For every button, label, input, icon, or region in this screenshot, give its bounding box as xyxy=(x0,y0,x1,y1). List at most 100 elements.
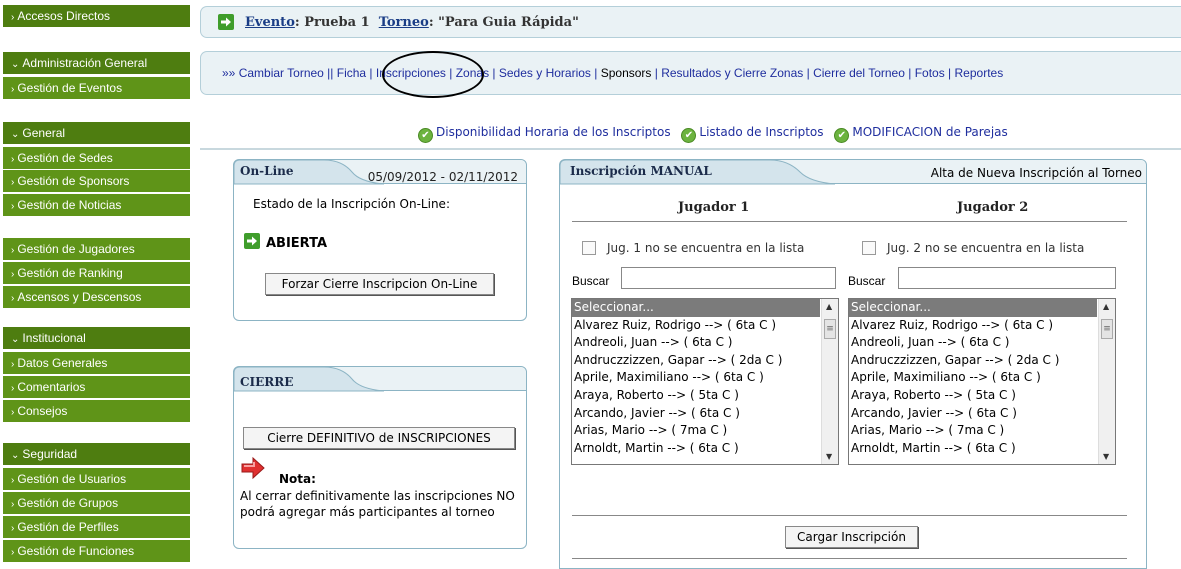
list-option[interactable]: Arnoldt, Martin --> ( 6ta C ) xyxy=(572,440,838,458)
scroll-up-icon[interactable]: ▲ xyxy=(1103,302,1109,311)
sidebar-item-consejos[interactable]: › Consejos xyxy=(3,400,190,422)
list-option[interactable]: Araya, Roberto --> ( 5ta C ) xyxy=(572,387,838,405)
search1-input[interactable] xyxy=(621,267,836,289)
chevron-down-icon: ⌄ xyxy=(11,129,20,140)
sidebar-item-gestión-de-ranking[interactable]: › Gestión de Ranking xyxy=(3,262,190,284)
scroll-thumb[interactable]: ≡ xyxy=(1101,319,1113,339)
scrollbar[interactable]: ▲ ≡ ▼ xyxy=(1098,299,1115,464)
list-option[interactable]: Andruczzizzen, Gapar --> ( 2da C ) xyxy=(572,352,838,370)
sidebar-item-gestión-de-funciones[interactable]: › Gestión de Funciones xyxy=(3,540,190,562)
list-option[interactable]: Seleccionar... xyxy=(849,299,1097,317)
chevron-right-icon: › xyxy=(11,84,15,95)
sidebar-item-accesos-directos[interactable]: › Accesos Directos xyxy=(3,5,190,27)
scroll-down-icon[interactable]: ▼ xyxy=(1103,452,1109,461)
sidebar-item-label: Gestión de Ranking xyxy=(17,266,123,280)
sidebar-item-label: Institucional xyxy=(22,331,86,345)
list-option[interactable]: Aprile, Maximiliano --> ( 6ta C ) xyxy=(572,369,838,387)
chevron-down-icon: ⌄ xyxy=(11,59,20,70)
listado-link[interactable]: Listado de Inscriptos xyxy=(699,125,823,139)
online-state-value: ABIERTA xyxy=(266,236,328,251)
sidebar-item-gestión-de-usuarios[interactable]: › Gestión de Usuarios xyxy=(3,468,190,490)
jug1-not-listed-checkbox[interactable] xyxy=(582,241,596,255)
modificacion-link[interactable]: MODIFICACION de Parejas xyxy=(852,125,1007,139)
divider xyxy=(200,148,1181,150)
list-option[interactable]: Alvarez Ruiz, Rodrigo --> ( 6ta C ) xyxy=(572,317,838,335)
sidebar-item-gestión-de-grupos[interactable]: › Gestión de Grupos xyxy=(3,492,190,514)
sidebar-item-ascensos-y-descensos[interactable]: › Ascensos y Descensos xyxy=(3,286,190,308)
sidebar-item-general[interactable]: ⌄ General xyxy=(3,122,190,144)
sidebar-item-label: Gestión de Sponsors xyxy=(17,174,130,188)
event-breadcrumb: Evento: Prueba 1 Torneo: "Para Guia Rápi… xyxy=(200,6,1181,38)
chevron-right-icon: › xyxy=(11,154,15,165)
scrollbar[interactable]: ▲ ≡ ▼ xyxy=(821,299,838,464)
sidebar-item-gestión-de-eventos[interactable]: › Gestión de Eventos xyxy=(3,77,190,99)
cargar-inscripcion-button[interactable]: Cargar Inscripción xyxy=(785,526,918,548)
chevron-down-icon: ⌄ xyxy=(11,334,20,345)
list-option[interactable]: Andreoli, Juan --> ( 6ta C ) xyxy=(849,334,1115,352)
online-title: On-Line xyxy=(240,164,294,178)
torneo-link[interactable]: Torneo xyxy=(379,15,429,30)
sidebar-item-gestión-de-sponsors[interactable]: › Gestión de Sponsors xyxy=(3,170,190,192)
scroll-down-icon[interactable]: ▼ xyxy=(826,452,832,461)
jugador1-select-list[interactable]: Seleccionar... Alvarez Ruiz, Rodrigo --> … xyxy=(571,298,839,465)
chevron-right-icon: › xyxy=(11,383,15,394)
sidebar-item-gestión-de-jugadores[interactable]: › Gestión de Jugadores xyxy=(3,238,190,260)
chevron-right-icon: › xyxy=(11,245,15,256)
tab-fotos[interactable]: Fotos xyxy=(915,66,945,80)
list-option[interactable]: Seleccionar... xyxy=(572,299,820,317)
tournament-tabs: »» Cambiar Torneo || Ficha | Inscripcion… xyxy=(200,51,1181,95)
jug2-not-listed-checkbox[interactable] xyxy=(862,241,876,255)
list-option[interactable]: Aprile, Maximiliano --> ( 6ta C ) xyxy=(849,369,1115,387)
sidebar-menu: › Accesos Directos ⌄ Administración General… xyxy=(0,0,193,564)
sidebar-item-datos-generales[interactable]: › Datos Generales xyxy=(3,352,190,374)
list-option[interactable]: Arcando, Javier --> ( 6ta C ) xyxy=(572,405,838,423)
tab-sponsors[interactable]: Sponsors xyxy=(601,66,652,80)
list-option[interactable]: Araya, Roberto --> ( 5ta C ) xyxy=(849,387,1115,405)
sidebar-item-administración-general[interactable]: ⌄ Administración General xyxy=(3,52,190,74)
list-option[interactable]: Arcando, Javier --> ( 6ta C ) xyxy=(849,405,1115,423)
jugador2-select-list[interactable]: Seleccionar... Alvarez Ruiz, Rodrigo --> … xyxy=(848,298,1116,465)
sidebar-item-gestión-de-sedes[interactable]: › Gestión de Sedes xyxy=(3,147,190,169)
quick-links: ✔ Disponibilidad Horaria de los Inscripto… xyxy=(418,125,1015,143)
divider xyxy=(572,221,1127,222)
list-option[interactable]: Arnoldt, Martin --> ( 6ta C ) xyxy=(849,440,1115,458)
online-state: ABIERTA xyxy=(244,233,327,251)
disponibilidad-link[interactable]: Disponibilidad Horaria de los Inscriptos xyxy=(436,125,671,139)
chevron-right-icon: › xyxy=(11,177,15,188)
list-option[interactable]: Arias, Mario --> ( 7ma C ) xyxy=(849,422,1115,440)
list-option[interactable]: Arias, Mario --> ( 7ma C ) xyxy=(572,422,838,440)
scroll-up-icon[interactable]: ▲ xyxy=(826,302,832,311)
sidebar-item-gestión-de-perfiles[interactable]: › Gestión de Perfiles xyxy=(3,516,190,538)
cierre-title: CIERRE xyxy=(240,375,294,389)
divider xyxy=(572,515,1127,516)
tab-sedes-y-horarios[interactable]: Sedes y Horarios xyxy=(499,66,591,80)
manual-panel-header: Inscripción MANUAL Alta de Nueva Inscrip… xyxy=(560,160,1146,185)
tab-ficha[interactable]: Ficha xyxy=(337,66,366,80)
list-option[interactable]: Alvarez Ruiz, Rodrigo --> ( 6ta C ) xyxy=(849,317,1115,335)
chevron-right-icon: › xyxy=(11,475,15,486)
sidebar-item-label: Gestión de Eventos xyxy=(17,81,123,95)
sidebar-item-seguridad[interactable]: ⌄ Seguridad xyxy=(3,443,190,465)
list-option[interactable]: Andruczzizzen, Gapar --> ( 2da C ) xyxy=(849,352,1115,370)
evento-link[interactable]: Evento xyxy=(245,15,295,30)
chevron-right-icon: › xyxy=(11,547,15,558)
tab-reportes[interactable]: Reportes xyxy=(955,66,1004,80)
force-close-online-button[interactable]: Forzar Cierre Inscripcion On-Line xyxy=(265,273,494,295)
scroll-thumb[interactable]: ≡ xyxy=(824,319,836,339)
tab-cierre-del-torneo[interactable]: Cierre del Torneo xyxy=(813,66,905,80)
list-option[interactable]: Andreoli, Juan --> ( 6ta C ) xyxy=(572,334,838,352)
green-arrow-icon xyxy=(244,233,260,249)
sidebar-item-comentarios[interactable]: › Comentarios xyxy=(3,376,190,398)
chevron-right-icon: › xyxy=(11,269,15,280)
tab-separator: | xyxy=(590,66,601,80)
sidebar-item-gestión-de-noticias[interactable]: › Gestión de Noticias xyxy=(3,194,190,216)
search2-input[interactable] xyxy=(898,267,1116,289)
tab-separator: | xyxy=(489,66,499,80)
online-state-label: Estado de la Inscripción On-Line: xyxy=(253,197,450,211)
definitive-close-button[interactable]: Cierre DEFINITIVO de INSCRIPCIONES xyxy=(243,427,515,449)
divider xyxy=(572,558,1127,559)
sidebar-item-institucional[interactable]: ⌄ Institucional xyxy=(3,327,190,349)
tab-cambiar-torneo[interactable]: Cambiar Torneo xyxy=(239,66,324,80)
tab-resultados-y-cierre-zonas[interactable]: Resultados y Cierre Zonas xyxy=(661,66,803,80)
sidebar-item-label: Gestión de Jugadores xyxy=(17,242,135,256)
